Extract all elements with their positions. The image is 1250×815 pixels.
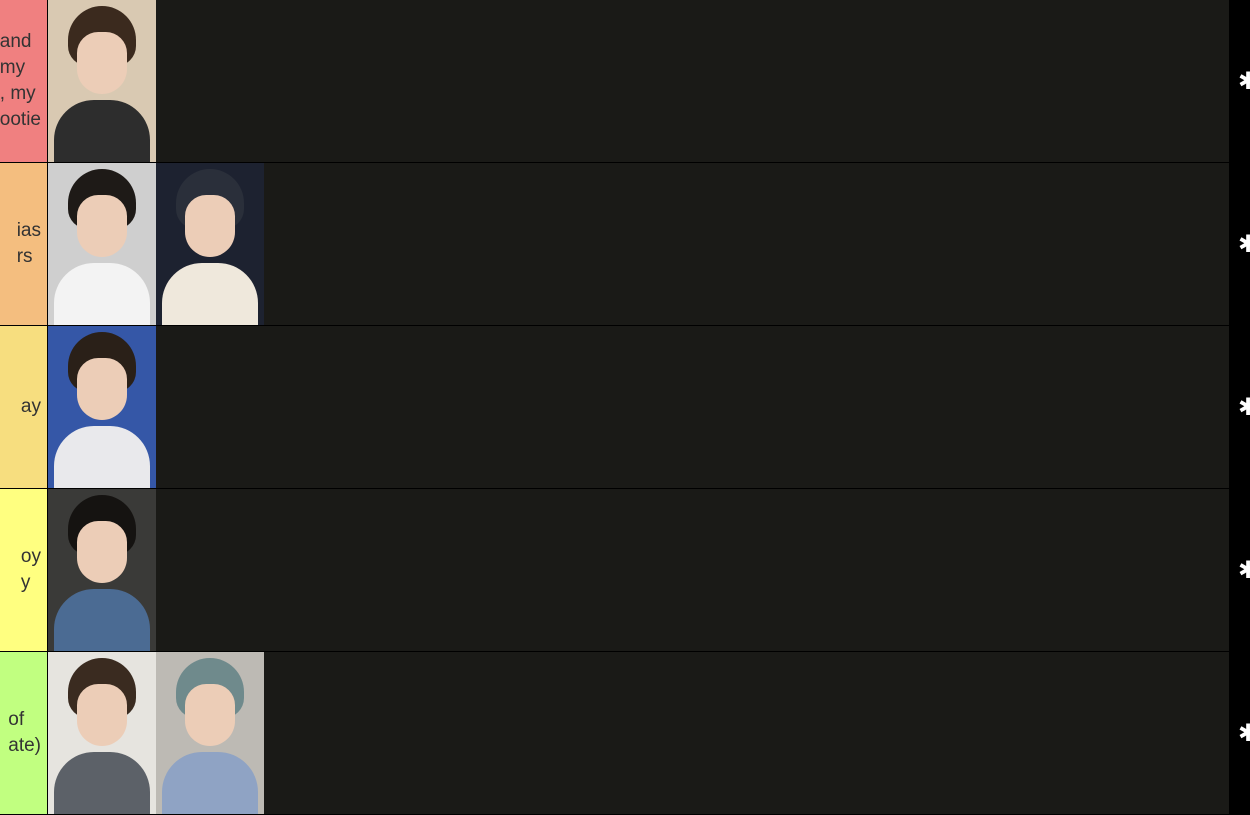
tier-row-5: of ate) (0, 652, 1229, 814)
tier-label-text: oy y (20, 546, 41, 593)
face-shape (77, 358, 127, 420)
face-shape (77, 32, 127, 94)
tier-items-4[interactable] (47, 489, 1229, 651)
tier-items-3[interactable] (47, 326, 1229, 488)
tier-label-3[interactable]: ay (0, 326, 47, 488)
tier-row-1: and my , my ootie (0, 0, 1229, 162)
tier-row-3: ay (0, 326, 1229, 488)
tier-items-5[interactable] (47, 652, 1229, 814)
tier-label-5[interactable]: of ate) (0, 652, 47, 814)
tier-item-photo[interactable] (156, 652, 264, 814)
clothing-shape (54, 589, 150, 651)
face-shape (77, 195, 127, 257)
gear-icon[interactable]: ✱ (1238, 395, 1250, 419)
tier-item-photo[interactable] (48, 0, 156, 162)
clothing-shape (162, 752, 258, 814)
clothing-shape (54, 752, 150, 814)
tier-label-text: ay (20, 396, 41, 417)
tier-item-photo[interactable] (156, 163, 264, 325)
tier-items-2[interactable] (47, 163, 1229, 325)
tier-items-1[interactable] (47, 0, 1229, 162)
tier-row-4: oy y (0, 489, 1229, 651)
gear-icon[interactable]: ✱ (1238, 721, 1250, 745)
settings-column: ✱ ✱ ✱ ✱ ✱ (1229, 0, 1250, 815)
tier-label-text: of ate) (8, 709, 41, 756)
tier-label-text: and my , my ootie (0, 31, 41, 130)
face-shape (77, 684, 127, 746)
gear-icon[interactable]: ✱ (1238, 232, 1250, 256)
face-shape (77, 521, 127, 583)
tier-item-photo[interactable] (48, 326, 156, 488)
tier-item-photo[interactable] (48, 489, 156, 651)
gear-icon[interactable]: ✱ (1238, 558, 1250, 582)
tier-item-photo[interactable] (48, 652, 156, 814)
clothing-shape (162, 263, 258, 325)
tier-label-1[interactable]: and my , my ootie (0, 0, 47, 162)
gear-icon[interactable]: ✱ (1238, 69, 1250, 93)
tier-label-4[interactable]: oy y (0, 489, 47, 651)
clothing-shape (54, 426, 150, 488)
tier-item-photo[interactable] (48, 163, 156, 325)
face-shape (185, 195, 235, 257)
clothing-shape (54, 263, 150, 325)
face-shape (185, 684, 235, 746)
tier-list: and my , my ootie ias rs ay oy y of ate) (0, 0, 1229, 815)
tier-label-text: ias rs (16, 220, 41, 267)
clothing-shape (54, 100, 150, 162)
tier-label-2[interactable]: ias rs (0, 163, 47, 325)
tier-row-2: ias rs (0, 163, 1229, 325)
